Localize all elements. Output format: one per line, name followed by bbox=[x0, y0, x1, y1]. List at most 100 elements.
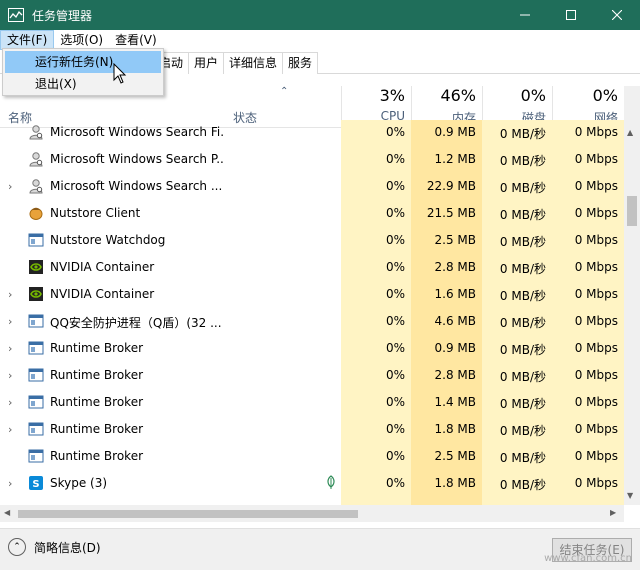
tab-services[interactable]: 服务 bbox=[282, 52, 319, 74]
process-name: NVIDIA Container bbox=[50, 260, 155, 274]
search-user-icon bbox=[28, 178, 44, 194]
minimize-button[interactable] bbox=[502, 0, 548, 30]
network-cell: 0 Mbps bbox=[574, 341, 618, 355]
window-app-icon bbox=[28, 313, 44, 329]
svg-text:S: S bbox=[32, 479, 39, 490]
cpu-cell: 0% bbox=[385, 449, 405, 463]
network-cell: 0 Mbps bbox=[574, 260, 618, 274]
nutstore-icon bbox=[28, 205, 44, 221]
memory-cell: 1.2 MB bbox=[434, 152, 476, 166]
table-row[interactable]: › QQ安全防护进程（Q盾）(32 ... 0% 4.6 MB 0 MB/秒 0 Mbps bbox=[0, 308, 624, 335]
table-row[interactable]: › Runtime Broker 0% 1.4 MB 0 MB/秒 0 Mbps bbox=[0, 389, 624, 416]
nvidia-icon bbox=[28, 286, 44, 302]
tab-details[interactable]: 详细信息 bbox=[223, 52, 284, 74]
cpu-cell: 0% bbox=[385, 206, 405, 220]
network-cell: 0 Mbps bbox=[574, 395, 618, 409]
table-row[interactable]: › S Skype (3) 0% 1.8 MB 0 MB/秒 0 Mbps bbox=[0, 470, 624, 497]
cpu-cell: 0% bbox=[385, 368, 405, 382]
disk-cell: 0 MB/秒 bbox=[499, 370, 546, 384]
memory-cell: 21.5 MB bbox=[426, 206, 476, 220]
menu-options[interactable]: 选项(O) bbox=[54, 30, 109, 50]
memory-cell: 2.5 MB bbox=[434, 449, 476, 463]
disk-cell: 0 MB/秒 bbox=[499, 316, 546, 330]
disk-cell: 0 MB/秒 bbox=[499, 127, 546, 141]
cpu-cell: 0% bbox=[385, 125, 405, 139]
menu-view[interactable]: 查看(V) bbox=[109, 30, 163, 50]
expand-chevron-icon[interactable]: › bbox=[8, 477, 12, 490]
table-row[interactable]: › Microsoft Windows Search ... 0% 22.9 MB 0 … bbox=[0, 173, 624, 200]
horizontal-scroll-thumb[interactable] bbox=[18, 510, 358, 518]
window-app-icon bbox=[28, 340, 44, 356]
window-app-icon bbox=[28, 421, 44, 437]
window-app-icon bbox=[28, 232, 44, 248]
maximize-button[interactable] bbox=[548, 0, 594, 30]
expand-chevron-icon[interactable]: › bbox=[8, 369, 12, 382]
disk-cell: 0 MB/秒 bbox=[499, 208, 546, 222]
expand-chevron-icon[interactable]: › bbox=[8, 342, 12, 355]
footer-bar: ⌃ 简略信息(D) 结束任务(E) www.cfan.com.cn bbox=[0, 528, 640, 570]
vertical-scroll-thumb[interactable] bbox=[627, 196, 637, 226]
table-row[interactable]: › Runtime Broker 0% 0.9 MB 0 MB/秒 0 Mbps bbox=[0, 335, 624, 362]
memory-cell: 0.9 MB bbox=[434, 125, 476, 139]
menu-file[interactable]: 文件(F) bbox=[0, 30, 55, 50]
network-cell: 0 Mbps bbox=[574, 368, 618, 382]
table-row[interactable]: Nutstore Client 0% 21.5 MB 0 MB/秒 0 Mbps bbox=[0, 200, 624, 227]
horizontal-scrollbar[interactable]: ◀ ▶ bbox=[0, 505, 624, 522]
expand-chevron-icon[interactable]: › bbox=[8, 315, 12, 328]
menu-exit[interactable]: 退出(X) bbox=[5, 73, 161, 95]
fewer-details-button[interactable]: ⌃ 简略信息(D) bbox=[8, 538, 101, 556]
table-row[interactable]: Nutstore Watchdog 0% 2.5 MB 0 MB/秒 0 Mbps bbox=[0, 227, 624, 254]
memory-total: 46% bbox=[440, 86, 476, 105]
scroll-left-icon[interactable]: ◀ bbox=[4, 508, 10, 517]
cpu-cell: 0% bbox=[385, 476, 405, 490]
expand-chevron-icon[interactable]: › bbox=[8, 423, 12, 436]
network-cell: 0 Mbps bbox=[574, 125, 618, 139]
scroll-down-icon[interactable]: ▼ bbox=[627, 491, 633, 500]
fewer-details-label: 简略信息(D) bbox=[34, 540, 101, 555]
search-user-icon bbox=[28, 151, 44, 167]
memory-cell: 0.9 MB bbox=[434, 341, 476, 355]
network-cell: 0 Mbps bbox=[574, 152, 618, 166]
menu-run-new-task[interactable]: 运行新任务(N) bbox=[5, 51, 161, 73]
memory-cell: 22.9 MB bbox=[426, 179, 476, 193]
table-row[interactable]: Runtime Broker 0% 2.5 MB 0 MB/秒 0 Mbps bbox=[0, 443, 624, 470]
disk-total: 0% bbox=[520, 86, 546, 105]
cpu-cell: 0% bbox=[385, 341, 405, 355]
process-name: Runtime Broker bbox=[50, 368, 144, 382]
table-row[interactable]: Microsoft Windows Search P... 0% 1.2 MB 0 M… bbox=[0, 146, 624, 173]
table-row[interactable]: Microsoft Windows Search Fi... 0% 0.9 MB 0 … bbox=[0, 120, 624, 146]
task-manager-icon bbox=[8, 8, 24, 22]
scroll-up-icon[interactable]: ▲ bbox=[627, 128, 633, 137]
expand-chevron-icon[interactable]: › bbox=[8, 396, 12, 409]
cpu-total: 3% bbox=[379, 86, 405, 105]
expand-chevron-icon[interactable]: › bbox=[8, 180, 12, 193]
network-cell: 0 Mbps bbox=[574, 314, 618, 328]
expand-chevron-icon[interactable]: › bbox=[8, 288, 12, 301]
table-row[interactable]: › Runtime Broker 0% 1.8 MB 0 MB/秒 0 Mbps bbox=[0, 416, 624, 443]
table-row[interactable]: › Runtime Broker 0% 2.8 MB 0 MB/秒 0 Mbps bbox=[0, 362, 624, 389]
cpu-cell: 0% bbox=[385, 233, 405, 247]
memory-cell: 2.8 MB bbox=[434, 260, 476, 274]
table-row[interactable]: › NVIDIA Container 0% 1.6 MB 0 MB/秒 0 Mbps bbox=[0, 281, 624, 308]
network-cell: 0 Mbps bbox=[574, 287, 618, 301]
process-list: Microsoft Windows Search Fi... 0% 0.9 MB 0 … bbox=[0, 120, 624, 505]
vertical-scrollbar[interactable]: ▲ ▼ bbox=[624, 86, 640, 505]
table-row[interactable]: NVIDIA Container 0% 2.8 MB 0 MB/秒 0 Mbps bbox=[0, 254, 624, 281]
cpu-cell: 0% bbox=[385, 179, 405, 193]
collapse-header-chevron-icon[interactable]: ⌃ bbox=[280, 86, 288, 97]
cpu-cell: 0% bbox=[385, 314, 405, 328]
cpu-cell: 0% bbox=[385, 287, 405, 301]
scroll-right-icon[interactable]: ▶ bbox=[610, 508, 616, 517]
tab-users[interactable]: 用户 bbox=[188, 52, 225, 74]
disk-cell: 0 MB/秒 bbox=[499, 397, 546, 411]
close-button[interactable] bbox=[594, 0, 640, 30]
cpu-cell: 0% bbox=[385, 422, 405, 436]
close-icon bbox=[612, 10, 622, 20]
disk-cell: 0 MB/秒 bbox=[499, 262, 546, 276]
process-name: QQ安全防护进程（Q盾）(32 ... bbox=[50, 316, 222, 330]
disk-cell: 0 MB/秒 bbox=[499, 289, 546, 303]
memory-cell: 1.4 MB bbox=[434, 395, 476, 409]
disk-cell: 0 MB/秒 bbox=[499, 235, 546, 249]
network-cell: 0 Mbps bbox=[574, 449, 618, 463]
memory-cell: 2.8 MB bbox=[434, 368, 476, 382]
